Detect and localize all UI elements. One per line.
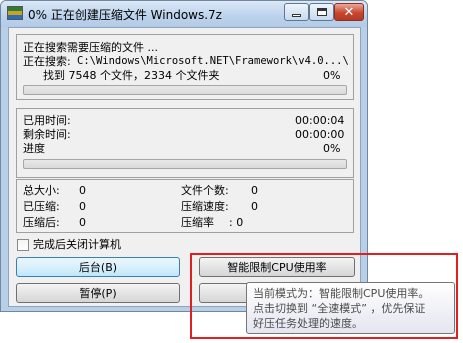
minimize-icon (292, 13, 301, 17)
ratio-label: 压缩率 (181, 216, 214, 229)
elapsed-label: 已用时间: (23, 114, 71, 127)
tooltip-line-3: 好压任务处理的速度。 (253, 317, 363, 330)
progress-label: 进度 (23, 142, 45, 155)
shutdown-label[interactable]: 完成后关闭计算机 (33, 238, 121, 251)
time-progress-group: 已用时间: 00:00:04 剩余时间: 00:00:00 进度 0% (16, 108, 354, 178)
overall-progress-bar (23, 159, 347, 169)
archive-app-icon (7, 6, 23, 20)
pause-button[interactable]: 暂停(P) (16, 283, 180, 303)
title-bar[interactable]: 0% 正在创建压缩文件 Windows.7z ✕ (1, 1, 367, 27)
tooltip-line-2: 点击切换到 “全速模式” ，优先保证 (253, 302, 426, 315)
search-percent: 0% (323, 69, 341, 82)
remaining-value: 00:00:00 (295, 128, 345, 141)
close-icon: ✕ (343, 4, 355, 20)
maximize-button[interactable] (309, 3, 334, 21)
file-count-value: 0 (251, 184, 258, 197)
minimize-button[interactable] (284, 3, 309, 21)
total-size-value: 0 (79, 184, 86, 197)
after-size-value: 0 (79, 216, 86, 229)
maximize-icon (316, 8, 327, 16)
total-size-label: 总大小: (23, 184, 60, 197)
overall-percent: 0% (323, 142, 341, 155)
search-progress-bar (23, 85, 347, 95)
background-button[interactable]: 后台(B) (16, 257, 180, 277)
close-button[interactable]: ✕ (334, 3, 364, 21)
limit-cpu-button[interactable]: 智能限制CPU使用率 (199, 257, 355, 277)
search-status-group: 正在搜索需要压缩的文件 ... 正在搜索: C:\Windows\Microso… (16, 34, 354, 100)
tooltip-line-1: 当前模式为：智能限制CPU使用率。 (253, 287, 430, 300)
speed-value: 0 (251, 200, 258, 213)
stats-group: 总大小: 0 已压缩: 0 压缩后: 0 文件个数: 0 压缩速度: 0 压缩率… (16, 179, 354, 233)
search-path-value: C:\Windows\Microsoft.NET\Framework\v4.0.… (77, 55, 349, 67)
file-count-label: 文件个数: (181, 184, 229, 197)
compressed-value: 0 (79, 200, 86, 213)
remaining-label: 剩余时间: (23, 128, 71, 141)
found-count: 找到 7548 个文件，2334 个文件夹 (43, 69, 220, 82)
compression-window: 0% 正在创建压缩文件 Windows.7z ✕ 正在搜索需要压缩的文件 ...… (0, 0, 368, 312)
speed-label: 压缩速度: (181, 200, 229, 213)
ratio-value: : 0 (229, 216, 244, 229)
cpu-mode-tooltip: 当前模式为：智能限制CPU使用率。 点击切换到 “全速模式” ，优先保证 好压任… (246, 282, 455, 334)
shutdown-checkbox[interactable] (17, 239, 29, 251)
search-path-label: 正在搜索: (23, 55, 71, 68)
window-title: 0% 正在创建压缩文件 Windows.7z (28, 8, 222, 22)
after-size-label: 压缩后: (23, 216, 60, 229)
compressed-label: 已压缩: (23, 200, 60, 213)
elapsed-value: 00:00:04 (295, 114, 345, 127)
dialog-body: 正在搜索需要压缩的文件 ... 正在搜索: C:\Windows\Microso… (8, 27, 361, 307)
search-heading: 正在搜索需要压缩的文件 ... (23, 41, 158, 54)
